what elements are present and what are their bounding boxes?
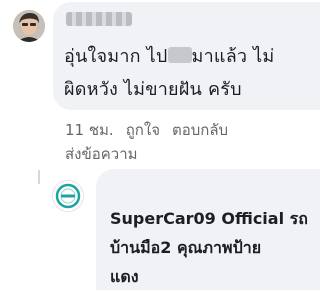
comment-text-part: อุ่นใจมาก ไป — [64, 46, 168, 67]
comment-timestamp[interactable]: 11 ชม. — [65, 118, 114, 142]
reply-text-line: แดง — [110, 267, 139, 286]
reply-link[interactable]: ตอบกลับ — [172, 118, 228, 142]
reply-author-name[interactable]: SuperCar09 Official — [110, 209, 284, 228]
reply-thread-line — [38, 170, 40, 184]
supercar-logo-icon — [55, 183, 81, 209]
send-message-link[interactable]: ส่งข้อความ — [65, 142, 138, 166]
comment-text: อุ่นใจมาก ไป มาแล้ว ไม่ ผิดหวัง ไม่ขายฝัน… — [64, 40, 320, 106]
blurred-text — [167, 47, 192, 63]
blurred-commenter-name — [66, 12, 132, 26]
like-link[interactable]: ถูกใจ — [126, 118, 160, 142]
comment-actions: 11 ชม. ถูกใจ ตอบกลับ ส่งข้อความ — [65, 118, 320, 166]
comment-text-part: มาแล้ว ไม่ — [191, 46, 275, 67]
comment-text-line: ผิดหวัง ไม่ขายฝัน ครับ — [64, 79, 242, 100]
reply-text-part: รถ — [289, 209, 308, 228]
avatar-photo-icon — [13, 10, 45, 42]
reply-text: SuperCar09 Official รถ บ้านมือ2 คุณภาพป้… — [110, 204, 315, 291]
commenter-avatar[interactable] — [13, 10, 45, 42]
page-avatar[interactable] — [52, 180, 84, 212]
reply-text-line: บ้านมือ2 คุณภาพป้าย — [110, 238, 262, 257]
